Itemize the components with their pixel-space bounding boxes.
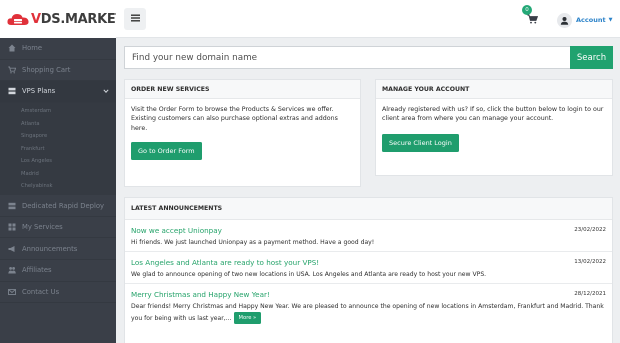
announcement-date: 23/02/2022 (574, 227, 606, 233)
announcement-title-link[interactable]: Merry Christmas and Happy New Year! (131, 289, 606, 301)
caret-down-icon: ▼ (608, 17, 613, 23)
order-services-panel: ORDER NEW SERVICES Visit the Order Form … (124, 79, 361, 187)
sidebar-item-home[interactable]: Home (0, 38, 116, 60)
sidebar-item-label: Dedicated Rapid Deploy (22, 201, 105, 210)
home-icon (7, 44, 16, 53)
users-icon (7, 266, 16, 275)
hamburger-icon (130, 14, 140, 24)
top-bar: 0 Account ▼ (116, 0, 620, 38)
sidebar: VDS.MARKET Home Shopping Cart VPS Plans … (0, 0, 116, 343)
sidebar-subitem-atlanta[interactable]: Atlanta (0, 117, 116, 130)
cart-count-badge: 0 (522, 5, 532, 15)
announcement-item: Now we accept Unionpay 23/02/2022 Hi fri… (125, 220, 612, 252)
search-button[interactable]: Search (570, 46, 613, 69)
cloud-logo-icon (7, 12, 29, 26)
sidebar-item-label: VPS Plans (22, 87, 56, 96)
sidebar-subitem-frankfurt[interactable]: Frankfurt (0, 142, 116, 155)
announcement-body: We glad to announce opening of two new l… (131, 271, 487, 278)
sidebar-subitem-amsterdam[interactable]: Amsterdam (0, 104, 116, 118)
domain-search-input[interactable] (124, 46, 570, 69)
grid-icon (7, 223, 16, 232)
sidebar-item-label: Announcements (22, 244, 78, 253)
server-icon (7, 201, 16, 210)
account-menu[interactable]: Account ▼ (557, 10, 612, 30)
sidebar-item-label: Affiliates (22, 266, 52, 275)
announcement-date: 28/12/2021 (574, 291, 606, 297)
megaphone-icon (7, 244, 16, 253)
manage-account-panel: MANAGE YOUR ACCOUNT Already registered w… (375, 79, 613, 176)
server-icon (7, 87, 16, 96)
announcement-item: Merry Christmas and Happy New Year! 28/1… (125, 284, 612, 327)
chevron-down-icon (103, 88, 109, 96)
sidebar-item-affiliates[interactable]: Affiliates (0, 260, 116, 282)
panel-text: Already registered with us? If so, click… (382, 106, 604, 123)
sidebar-subitem-madrid[interactable]: Madrid (0, 167, 116, 180)
domain-search: Search (124, 46, 613, 69)
panel-text: Visit the Order Form to browse the Produ… (131, 106, 338, 132)
vps-submenu: Amsterdam Atlanta Singapore Frankfurt Lo… (0, 102, 116, 196)
brand-logo[interactable]: VDS.MARKET (0, 0, 116, 38)
announcement-title-link[interactable]: Now we accept Unionpay (131, 225, 606, 237)
sidebar-subitem-chelyabinsk[interactable]: Chelyabinsk (0, 179, 116, 193)
cart-icon (526, 14, 538, 26)
sidebar-item-label: Home (22, 44, 43, 53)
sidebar-item-my-services[interactable]: My Services (0, 217, 116, 239)
sidebar-subitem-los-angeles[interactable]: Los Angeles (0, 154, 116, 168)
sidebar-item-shopping-cart[interactable]: Shopping Cart (0, 60, 116, 82)
envelope-icon (7, 287, 16, 296)
account-label: Account (576, 16, 606, 24)
sidebar-nav: Home Shopping Cart VPS Plans Amsterdam A… (0, 38, 116, 304)
secure-login-button[interactable]: Secure Client Login (382, 133, 459, 152)
sidebar-item-label: Shopping Cart (22, 65, 71, 74)
more-button[interactable]: More » (233, 312, 262, 324)
menu-toggle-button[interactable] (124, 8, 146, 30)
sidebar-item-contact-us[interactable]: Contact Us (0, 282, 116, 304)
sidebar-item-label: Contact Us (22, 287, 60, 296)
order-form-button[interactable]: Go to Order Form (131, 142, 202, 161)
sidebar-item-label: My Services (22, 223, 63, 232)
panel-title: MANAGE YOUR ACCOUNT (376, 80, 612, 99)
announcement-body: Hi friends. We just launched Unionpay as… (131, 239, 375, 246)
announcement-title-link[interactable]: Los Angeles and Atlanta are ready to hos… (131, 257, 606, 269)
user-icon (557, 12, 572, 28)
sidebar-item-announcements[interactable]: Announcements (0, 238, 116, 261)
panel-title: ORDER NEW SERVICES (125, 80, 360, 99)
cart-icon (7, 65, 16, 74)
announcements-panel: LATEST ANNOUNCEMENTS Now we accept Union… (124, 197, 613, 343)
announcement-body: Dear friends! Merry Christmas and Happy … (131, 303, 604, 322)
sidebar-item-vps-plans[interactable]: VPS Plans (0, 81, 116, 103)
announcement-item: Los Angeles and Atlanta are ready to hos… (125, 252, 612, 284)
panel-title: LATEST ANNOUNCEMENTS (125, 198, 612, 220)
announcement-date: 13/02/2022 (574, 259, 606, 265)
brand-name: VDS.MARKET (31, 11, 116, 27)
sidebar-item-dedicated-rapid-deploy[interactable]: Dedicated Rapid Deploy (0, 195, 116, 217)
sidebar-subitem-singapore[interactable]: Singapore (0, 129, 116, 143)
